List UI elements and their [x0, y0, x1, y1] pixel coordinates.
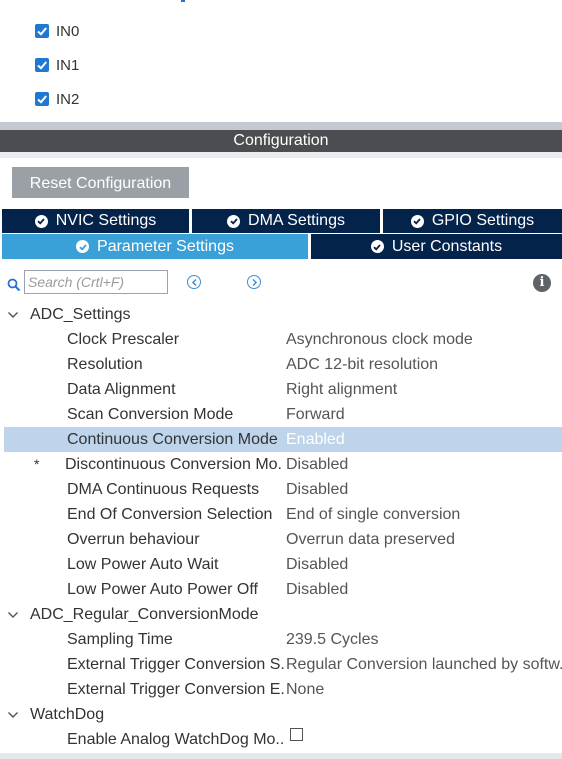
chevron-down-icon[interactable]: [7, 610, 19, 620]
splitter-handle[interactable]: [0, 122, 562, 130]
search-icon: [7, 278, 21, 292]
tab-user-constants[interactable]: User Constants: [311, 234, 562, 259]
param-key: Enable Analog WatchDog Mo...: [67, 731, 285, 748]
tab-parameter-settings[interactable]: Parameter Settings: [2, 234, 308, 259]
configuration-header: Configuration: [0, 130, 562, 152]
param-value[interactable]: Regular Conversion launched by softw...: [286, 652, 562, 677]
param-key: External Trigger Conversion E...: [67, 681, 285, 698]
check-circle-icon: [370, 240, 384, 253]
param-row[interactable]: Low Power Auto Power Off Disabled: [0, 577, 562, 602]
param-key: Low Power Auto Power Off: [67, 581, 258, 598]
reset-configuration-button[interactable]: Reset Configuration: [12, 167, 189, 198]
param-key: Discontinuous Conversion Mo...: [65, 456, 283, 473]
group-label: ADC_Settings: [30, 306, 131, 323]
param-row[interactable]: Overrun behaviour Overrun data preserved: [0, 527, 562, 552]
param-key: Overrun behaviour: [67, 531, 200, 548]
param-row[interactable]: Data Alignment Right alignment: [0, 377, 562, 402]
tab-label: NVIC Settings: [55, 212, 157, 229]
tab-dma-settings[interactable]: DMA Settings: [192, 209, 380, 233]
param-row[interactable]: Scan Conversion Mode Forward: [0, 402, 562, 427]
param-row[interactable]: * Discontinuous Conversion Mo... Disable…: [0, 452, 562, 477]
parameter-tree: ADC_Settings Clock Prescaler Asynchronou…: [0, 302, 562, 752]
param-row[interactable]: DMA Continuous Requests Disabled: [0, 477, 562, 502]
channel-label: IN0: [56, 22, 80, 40]
param-row[interactable]: Low Power Auto Wait Disabled: [0, 552, 562, 577]
search-input[interactable]: [24, 270, 168, 294]
group-watchdog[interactable]: WatchDog: [0, 702, 562, 727]
chevron-right-icon: [251, 278, 257, 286]
param-key: Data Alignment: [67, 381, 176, 398]
checkbox-checked-icon[interactable]: [35, 58, 49, 72]
param-value[interactable]: None: [286, 677, 562, 702]
param-key: Low Power Auto Wait: [67, 556, 219, 573]
param-key: Scan Conversion Mode: [67, 406, 234, 423]
search-previous-button[interactable]: [187, 275, 201, 289]
param-value: [286, 727, 562, 741]
param-value[interactable]: 239.5 Cycles: [286, 627, 562, 652]
chevron-down-icon[interactable]: [7, 710, 19, 720]
param-row[interactable]: Clock Prescaler Asynchronous clock mode: [0, 327, 562, 352]
modified-marker: *: [34, 456, 40, 472]
param-row[interactable]: External Trigger Conversion E... None: [0, 677, 562, 702]
param-value[interactable]: ADC 12-bit resolution: [286, 352, 562, 377]
param-key: DMA Continuous Requests: [67, 481, 260, 498]
checkbox-checked-icon[interactable]: [35, 92, 49, 106]
param-value[interactable]: Disabled: [286, 477, 562, 502]
param-value[interactable]: End of single conversion: [286, 502, 562, 527]
param-row[interactable]: Resolution ADC 12-bit resolution: [0, 352, 562, 377]
param-row[interactable]: Enable Analog WatchDog Mo...: [0, 727, 562, 752]
divider: [0, 152, 562, 158]
param-value[interactable]: Disabled: [286, 577, 562, 602]
group-adc-settings[interactable]: ADC_Settings: [0, 302, 562, 327]
check-circle-icon: [227, 214, 241, 228]
tab-gpio-settings[interactable]: GPIO Settings: [383, 209, 562, 233]
param-row[interactable]: Sampling Time 239.5 Cycles: [0, 627, 562, 652]
channel-in2[interactable]: IN2: [35, 89, 79, 109]
param-key: Continuous Conversion Mode: [67, 431, 278, 448]
info-icon[interactable]: i: [533, 274, 551, 292]
param-key: External Trigger Conversion S...: [67, 656, 285, 673]
param-value[interactable]: Forward: [286, 402, 562, 427]
channels-panel: IN0 IN1 IN2: [0, 0, 562, 122]
bottom-border: [0, 753, 562, 759]
tab-nvic-settings[interactable]: NVIC Settings: [2, 209, 189, 233]
param-value[interactable]: Asynchronous clock mode: [286, 327, 562, 352]
param-row[interactable]: End Of Conversion Selection End of singl…: [0, 502, 562, 527]
param-value[interactable]: Disabled: [286, 452, 562, 477]
param-value[interactable]: Right alignment: [286, 377, 562, 402]
tab-row-bottom: Parameter Settings User Constants: [0, 234, 562, 259]
param-key: Sampling Time: [67, 631, 173, 648]
param-value[interactable]: Enabled: [286, 427, 562, 452]
param-key: End Of Conversion Selection: [67, 506, 273, 523]
tab-label: User Constants: [391, 237, 503, 255]
search-toolbar: i: [0, 268, 562, 298]
channel-label: IN2: [56, 90, 80, 108]
tab-row-top: NVIC Settings DMA Settings GPIO Settings: [0, 209, 562, 233]
param-key: Clock Prescaler: [67, 331, 180, 348]
chevron-left-icon: [191, 278, 197, 286]
analog-watchdog-checkbox[interactable]: [290, 728, 303, 741]
channel-in1[interactable]: IN1: [35, 55, 79, 75]
param-row-selected[interactable]: Continuous Conversion Mode Enabled: [4, 427, 562, 452]
check-circle-icon: [34, 214, 48, 228]
group-label: WatchDog: [30, 706, 105, 723]
tab-label: DMA Settings: [248, 212, 345, 229]
search-next-button[interactable]: [247, 275, 261, 289]
check-circle-icon: [410, 214, 424, 228]
group-adc-regular-conversion-mode[interactable]: ADC_Regular_ConversionMode: [0, 602, 562, 627]
chevron-down-icon[interactable]: [7, 310, 19, 320]
channel-in0[interactable]: IN0: [35, 21, 79, 41]
tab-label: GPIO Settings: [431, 212, 535, 229]
top-partial-mark: [181, 0, 185, 2]
tab-label: Parameter Settings: [97, 237, 234, 255]
channel-label: IN1: [56, 56, 80, 74]
param-value[interactable]: Disabled: [286, 552, 562, 577]
checkbox-checked-icon[interactable]: [35, 24, 49, 38]
check-circle-icon: [76, 240, 90, 253]
param-value[interactable]: Overrun data preserved: [286, 527, 562, 552]
param-key: Resolution: [67, 356, 143, 373]
param-row[interactable]: External Trigger Conversion S... Regular…: [0, 652, 562, 677]
group-label: ADC_Regular_ConversionMode: [30, 606, 259, 623]
